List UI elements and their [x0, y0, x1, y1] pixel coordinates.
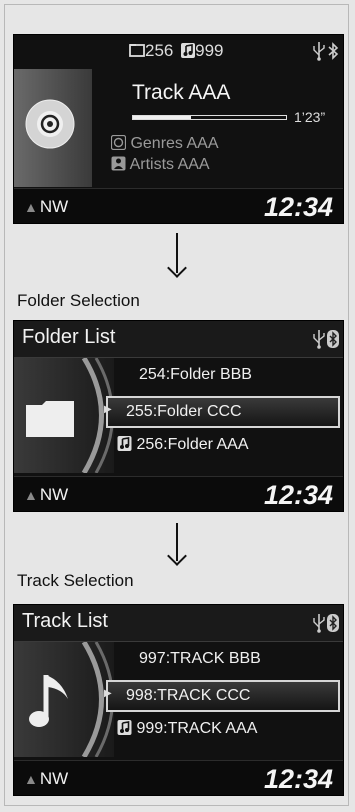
- screen-title: Track List: [22, 610, 108, 632]
- list-item[interactable]: 254:Folder BBB: [139, 366, 252, 384]
- compass: ▲ NW: [24, 197, 68, 217]
- folder-icon: [26, 401, 74, 437]
- music-note-icon: [29, 675, 68, 727]
- usb-icon: [313, 42, 325, 61]
- progress-fill: [133, 116, 192, 119]
- song-count: 999: [195, 41, 224, 60]
- compass-heading: NW: [39, 769, 69, 788]
- genre-label: Genres AAA: [130, 135, 219, 152]
- music-note-icon: [181, 43, 196, 58]
- genre-row: Genres AAA: [110, 134, 219, 153]
- track-title: Track AAA: [132, 81, 231, 104]
- list-item[interactable]: 999:TRACK AAA: [117, 720, 257, 738]
- usb-icon: [313, 614, 325, 633]
- elapsed-time: 1’23”: [294, 109, 326, 125]
- bluetooth-icon: [328, 42, 339, 60]
- caption-folder-selection: Folder Selection: [17, 291, 140, 310]
- status-bar: ▲ NW 12:34: [14, 188, 343, 223]
- clock: 12:34: [263, 764, 333, 794]
- compass-heading: NW: [39, 485, 69, 504]
- caption-track-selection: Track Selection: [17, 571, 134, 590]
- list-item-label: 256:Folder AAA: [136, 436, 249, 453]
- music-note-icon: [117, 436, 132, 451]
- list-item-label: 255:Folder CCC: [126, 403, 242, 420]
- compass-arrow-icon: ▲: [24, 487, 38, 503]
- bluetooth-icon: [327, 614, 339, 632]
- artist-label: Artists AAA: [129, 156, 210, 173]
- folder-count: 256: [145, 41, 174, 60]
- title-bar: Track List: [14, 605, 343, 642]
- bluetooth-icon: [327, 330, 339, 348]
- compass: ▲ NW: [24, 485, 68, 505]
- list-item[interactable]: 997:TRACK BBB: [139, 650, 261, 668]
- list-item-selected[interactable]: ▶ 998:TRACK CCC: [104, 680, 340, 712]
- screen-title: Folder List: [22, 326, 116, 348]
- compass-arrow-icon: ▲: [24, 771, 38, 787]
- music-note-icon: [117, 720, 132, 735]
- now-playing-screen: 256 999 Track AAA 1’23” Genres AAA Artis…: [13, 34, 344, 224]
- list-item-selected[interactable]: ▶ 255:Folder CCC: [104, 396, 340, 428]
- counts-row: 256 999: [129, 41, 223, 61]
- progress-bar: [132, 115, 287, 120]
- track-list-screen: Track List 997:TRACK BBB ▶ 998:TRACK CCC: [13, 604, 344, 796]
- clock: 12:34: [263, 192, 333, 222]
- compass: ▲ NW: [24, 769, 68, 789]
- disc-icon: [25, 99, 75, 149]
- status-bar: ▲ NW 12:34: [14, 760, 343, 795]
- flow-arrow: [167, 233, 187, 278]
- compass-arrow-icon: ▲: [24, 199, 38, 215]
- folder-list-screen: Folder List 254:Folder BBB ▶ 255:Folder …: [13, 320, 344, 512]
- folder-icon: [129, 44, 145, 57]
- clock: 12:34: [263, 480, 333, 510]
- compass-heading: NW: [39, 197, 69, 216]
- list-item-label: 999:TRACK AAA: [136, 720, 258, 737]
- list-item[interactable]: 256:Folder AAA: [117, 436, 249, 454]
- selection-pointer-icon: ▶: [104, 688, 112, 699]
- flow-arrow: [167, 523, 187, 566]
- status-bar: ▲ NW 12:34: [14, 476, 343, 511]
- usb-icon: [313, 330, 325, 349]
- genre-icon: [110, 134, 127, 151]
- list-item-label: 998:TRACK CCC: [126, 687, 251, 704]
- selection-pointer-icon: ▶: [104, 404, 112, 415]
- artist-row: Artists AAA: [111, 156, 210, 174]
- artist-icon: [111, 156, 126, 171]
- title-bar: Folder List: [14, 321, 343, 358]
